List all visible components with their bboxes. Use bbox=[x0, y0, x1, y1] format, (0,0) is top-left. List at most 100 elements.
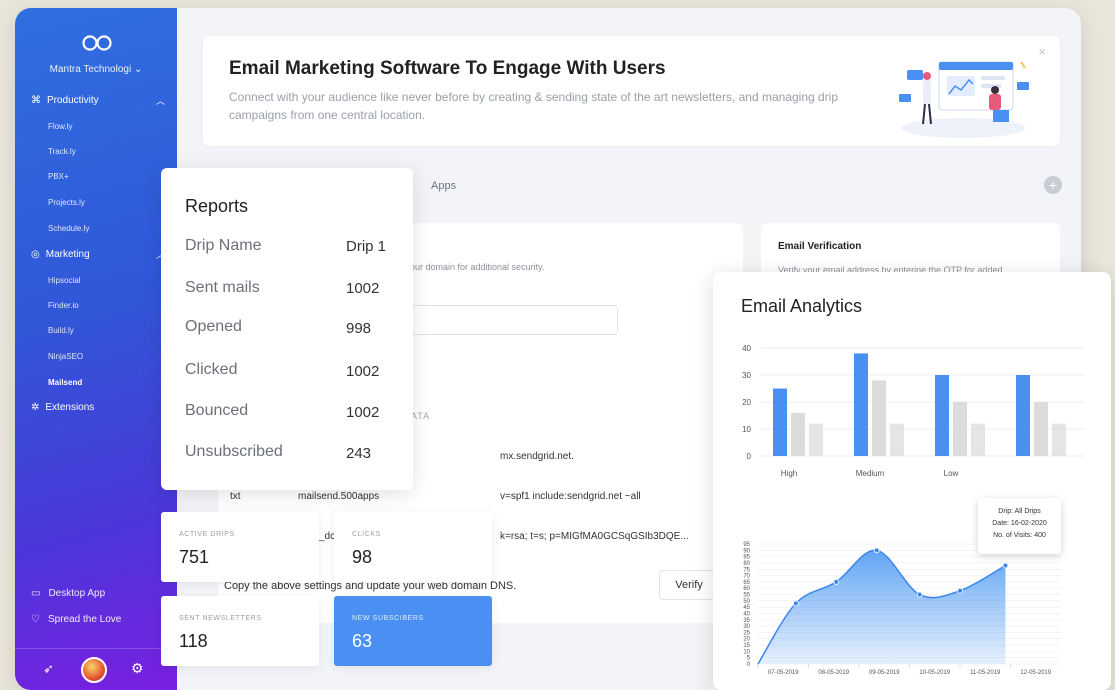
org-name: Mantra Technologi bbox=[49, 64, 132, 75]
spread-love-link[interactable]: ♡ Spread the Love bbox=[31, 614, 121, 625]
nav-section-label: Marketing bbox=[45, 249, 90, 260]
app-logo-icon[interactable] bbox=[81, 34, 113, 52]
tooltip-line: Date: 16-02-2020 bbox=[992, 520, 1047, 527]
area-y-tick: 5 bbox=[747, 656, 751, 662]
chevron-up-icon: ︿ bbox=[155, 96, 165, 106]
report-label: Clicked bbox=[185, 361, 238, 378]
email-analytics-card: Email Analytics 0 10 20 30 40 High Medium Low 0 5… bbox=[713, 272, 1111, 690]
desktop-app-label: Desktop App bbox=[48, 588, 106, 599]
area-y-tick: 75 bbox=[743, 567, 750, 573]
desktop-app-link[interactable]: ▭ Desktop App bbox=[31, 588, 105, 599]
tooltip-line: No. of Visits: 400 bbox=[993, 532, 1046, 539]
monitor-icon: ▭ bbox=[31, 588, 41, 599]
sidebar-item-hipsocial[interactable]: Hipsocial bbox=[48, 276, 80, 285]
banner-title: Email Marketing Software To Engage With … bbox=[229, 58, 666, 79]
bar-mark bbox=[1052, 423, 1066, 456]
stat-sent-newsletters[interactable]: SENT NEWSLETTERS 118 bbox=[161, 596, 319, 666]
verify-button[interactable]: Verify bbox=[659, 570, 719, 600]
bar-y-tick: 40 bbox=[742, 344, 751, 353]
dns-record-value: v=spf1 include:sendgrid.net ~all bbox=[500, 491, 641, 502]
stat-label: SENT NEWSLETTERS bbox=[179, 615, 262, 622]
sidebar-item-projectsly[interactable]: Projects.ly bbox=[48, 198, 85, 207]
area-y-tick: 10 bbox=[743, 649, 750, 655]
stat-label: NEW SUBSCIBERS bbox=[352, 615, 424, 622]
command-icon: ⌘ bbox=[31, 95, 41, 106]
domain-input[interactable] bbox=[410, 305, 618, 335]
sidebar-item-schedulely[interactable]: Schedule.ly bbox=[48, 224, 89, 233]
stat-value: 118 bbox=[179, 631, 208, 651]
bar-mark bbox=[809, 423, 823, 456]
area-y-tick: 40 bbox=[743, 611, 750, 617]
sidebar-item-trackly[interactable]: Track.ly bbox=[48, 147, 76, 156]
sidebar-item-ninjaseo[interactable]: NinjaSEO bbox=[48, 352, 83, 361]
nav-section-label: Productivity bbox=[47, 95, 99, 106]
nav-section-marketing[interactable]: ◎ Marketing ︿ bbox=[31, 248, 165, 261]
close-icon[interactable]: × bbox=[1038, 44, 1046, 59]
add-button[interactable]: + bbox=[1044, 176, 1062, 194]
stat-new-subscribers[interactable]: NEW SUBSCIBERS 63 bbox=[334, 596, 492, 666]
stat-value: 751 bbox=[179, 547, 210, 567]
report-label: Drip Name bbox=[185, 237, 262, 254]
area-x-tick: 09-05-2019 bbox=[869, 670, 900, 676]
chart-tooltip: Drip: All Drips Date: 16-02-2020 No. of … bbox=[978, 498, 1061, 554]
stat-clicks[interactable]: CLICKS 98 bbox=[334, 512, 492, 582]
dns-section-header: ATA bbox=[411, 411, 431, 421]
hero-banner: Email Marketing Software To Engage With … bbox=[203, 36, 1060, 146]
sidebar-item-buildly[interactable]: Build.ly bbox=[48, 326, 74, 335]
heart-icon: ♡ bbox=[31, 614, 40, 625]
marketing-illustration-icon bbox=[899, 61, 1029, 138]
email-verification-title: Email Verification bbox=[778, 241, 862, 252]
stat-value: 63 bbox=[352, 631, 373, 651]
report-value: 1002 bbox=[346, 404, 380, 421]
bar-mark bbox=[890, 423, 904, 456]
bar-y-tick: 0 bbox=[747, 452, 752, 461]
bar-x-tick: High bbox=[781, 469, 797, 478]
report-label: Unsubscribed bbox=[185, 443, 283, 460]
report-value: 998 bbox=[346, 320, 372, 337]
report-value: Drip 1 bbox=[346, 238, 387, 255]
domain-hint-text: our domain for additional security. bbox=[410, 262, 545, 272]
tab-apps[interactable]: Apps bbox=[431, 180, 456, 192]
bar-mark bbox=[1034, 402, 1048, 456]
area-y-tick: 25 bbox=[743, 630, 750, 636]
sidebar-item-flowly[interactable]: Flow.ly bbox=[48, 122, 72, 131]
spread-love-label: Spread the Love bbox=[47, 614, 122, 625]
sidebar-bottom-bar: ➶ ⚙ bbox=[15, 648, 177, 690]
org-switcher[interactable]: Mantra Technologi ⌄ bbox=[15, 64, 177, 75]
area-y-tick: 65 bbox=[743, 580, 750, 586]
gear-icon[interactable]: ⚙ bbox=[131, 660, 144, 677]
globe-icon: ◎ bbox=[31, 249, 40, 260]
area-y-tick: 50 bbox=[743, 599, 750, 605]
area-point bbox=[792, 600, 799, 607]
rocket-icon[interactable]: ➶ bbox=[43, 661, 54, 677]
avatar[interactable] bbox=[81, 657, 107, 683]
bar-mark bbox=[953, 402, 967, 456]
tooltip-line: Drip: All Drips bbox=[998, 508, 1041, 515]
area-x-tick: 07-05-2019 bbox=[768, 670, 799, 676]
area-y-tick: 35 bbox=[743, 618, 750, 624]
area-y-tick: 70 bbox=[743, 574, 750, 580]
area-y-tick: 85 bbox=[743, 555, 750, 561]
bar-y-tick: 30 bbox=[742, 371, 751, 380]
dns-record-value: k=rsa; t=s; p=MIGfMA0GCSqGSIb3DQE... bbox=[500, 531, 689, 542]
stat-active-drips[interactable]: ACTIVE DRIPS 751 bbox=[161, 512, 319, 582]
area-y-tick: 45 bbox=[743, 605, 750, 611]
dns-record-type: txt bbox=[230, 491, 241, 502]
bar-y-tick: 10 bbox=[742, 425, 751, 434]
sidebar-item-pbx[interactable]: PBX+ bbox=[48, 172, 69, 181]
dns-record-host: mailsend.500apps bbox=[298, 491, 380, 502]
area-y-tick: 55 bbox=[743, 593, 750, 599]
area-y-tick: 90 bbox=[743, 548, 750, 554]
sidebar-item-finderio[interactable]: Finder.io bbox=[48, 301, 79, 310]
nav-section-productivity[interactable]: ⌘ Productivity ︿ bbox=[31, 94, 165, 107]
stat-label: CLICKS bbox=[352, 531, 381, 538]
bar-mark bbox=[971, 423, 985, 456]
report-value: 243 bbox=[346, 445, 372, 462]
nav-section-extensions[interactable]: ✲ Extensions bbox=[31, 402, 165, 413]
bar-mark bbox=[773, 388, 787, 456]
area-y-tick: 80 bbox=[743, 561, 750, 567]
sidebar-item-mailsend[interactable]: Mailsend bbox=[48, 378, 82, 387]
area-point bbox=[1002, 562, 1009, 569]
bar-x-tick: Medium bbox=[856, 469, 885, 478]
area-y-tick: 95 bbox=[743, 542, 750, 548]
